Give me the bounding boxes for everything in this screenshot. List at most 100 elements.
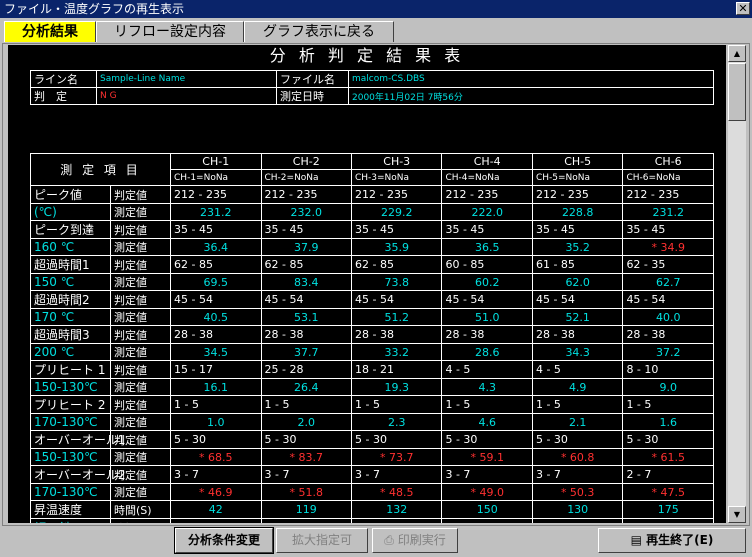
measured-label: (℃/S) [109, 518, 172, 523]
item-condition: 150-130℃ [30, 378, 111, 396]
measured-cell: * 48.5 [350, 483, 443, 501]
limit-cell: 28 - 38 [441, 325, 533, 344]
limit-cell: 5 - 30 [531, 430, 624, 449]
scroll-thumb[interactable] [728, 63, 746, 121]
measured-cell: 19.3 [350, 378, 443, 396]
measured-cell: * 68.5 [170, 448, 262, 466]
tab-bar: 分析結果 リフロー設定内容 グラフ表示に戻る [0, 21, 752, 43]
item-name: 昇温速度 [30, 500, 111, 519]
limit-cell: 3 - 7 [531, 465, 624, 484]
print-button[interactable]: ⎙ 印刷実行 [372, 528, 458, 553]
analysis-change-button[interactable]: 分析条件変更 [174, 527, 274, 554]
limit-cell: 8 - 10 [622, 360, 714, 379]
channel-header: CH-3 [350, 153, 443, 170]
measured-cell: 2.0 [260, 413, 352, 431]
measured-cell: 231.2 [622, 203, 714, 221]
measured-cell: * 47.5 [622, 483, 714, 501]
table-row: 160 ℃ 測定値 36.4 37.9 35.9 36.5 35.2 * 34.9 [30, 238, 714, 256]
limit-cell: 60 - 85 [441, 255, 533, 274]
tab-back-to-graph[interactable]: グラフ表示に戻る [244, 21, 394, 42]
item-condition: 160 ℃ [30, 238, 111, 256]
limit-cell: 5 - 30 [441, 430, 533, 449]
limit-cell: 35 - 45 [170, 220, 262, 239]
report-title: 分 析 判 定 結 果 表 [269, 46, 465, 65]
item-name: 超過時間2 [30, 290, 111, 309]
item-header: 測 定 項 目 [29, 153, 172, 186]
vertical-scrollbar[interactable]: ▲ ▼ [728, 45, 746, 523]
limit-cell: 62 - 85 [350, 255, 443, 274]
measured-cell: 52.1 [531, 308, 624, 326]
limit-cell: 3 - 7 [441, 465, 533, 484]
tab-analysis-result[interactable]: 分析結果 [4, 21, 96, 42]
close-button[interactable]: ✕ [736, 2, 750, 15]
limit-cell: 2 - 7 [622, 465, 714, 484]
measured-cell: 37.2 [622, 343, 714, 361]
limit-cell: 5 - 30 [350, 430, 443, 449]
measured-label: 測定値 [109, 343, 172, 361]
limit-cell: 130 [531, 500, 624, 519]
measured-cell: 36.5 [441, 238, 533, 256]
line-name-label: ライン名 [30, 70, 97, 88]
measured-cell: 62.0 [531, 273, 624, 291]
measured-cell: 2.1 [531, 413, 624, 431]
limit-cell: 35 - 45 [441, 220, 533, 239]
channel-header: CH-4 [441, 153, 533, 170]
measured-cell: 1.6 [441, 518, 533, 523]
exit-icon: ▤ [630, 533, 642, 547]
limit-cell: 212 - 235 [622, 185, 714, 204]
limit-cell: 212 - 235 [441, 185, 533, 204]
scroll-up-icon[interactable]: ▲ [728, 45, 746, 62]
limit-cell: 1 - 5 [622, 395, 714, 414]
measured-cell: 231.2 [170, 203, 262, 221]
limit-cell: 132 [350, 500, 443, 519]
tab-reflow-settings[interactable]: リフロー設定内容 [96, 21, 244, 42]
table-row: オーバーオール2 判定値 3 - 73 - 73 - 73 - 73 - 72 - … [30, 465, 714, 484]
limit-cell: 35 - 45 [531, 220, 624, 239]
printer-icon: ⎙ [384, 533, 394, 547]
measured-cell: * 34.9 [622, 238, 714, 256]
item-name: ピーク到達 [30, 220, 111, 239]
measured-cell: 228.8 [531, 203, 624, 221]
zoom-button[interactable]: 拡大指定可 [276, 528, 368, 553]
limit-label: 判定値 [109, 290, 172, 309]
end-playback-button[interactable]: ▤ 再生終了(E) [598, 528, 746, 553]
channel-header: CH-6 [622, 153, 714, 170]
item-name: 超過時間1 [30, 255, 111, 274]
file-name-label: ファイル名 [276, 70, 349, 88]
table-row: 超過時間3 判定値 28 - 38 28 - 38 28 - 38 28 - 38 28 -… [30, 325, 714, 344]
table-row: 150-130℃ 測定値 * 68.5 * 83.7 * 73.7 * 59.1 * 60.… [30, 448, 714, 466]
limit-cell: 3 - 7 [260, 465, 352, 484]
limit-cell: 35 - 45 [350, 220, 443, 239]
measured-cell: * 83.7 [260, 448, 352, 466]
info-table: ライン名 Sample-Line Name ファイル名 malcom-CS.DB… [30, 70, 714, 105]
measured-label: 測定値 [109, 378, 172, 396]
limit-cell: 35 - 45 [622, 220, 714, 239]
window-title-bar: ファイル・温度グラフの再生表示 ✕ [0, 0, 752, 18]
measured-cell: 0.4 [260, 518, 352, 523]
measured-cell: 51.2 [350, 308, 443, 326]
measured-label: 測定値 [109, 413, 172, 431]
limit-label: 判定値 [109, 465, 172, 484]
table-row: 170 ℃ 測定値 40.5 53.1 51.2 51.0 52.1 40.0 [30, 308, 714, 326]
measured-cell: * 50.3 [531, 483, 624, 501]
judge-label: 判 定 [30, 87, 97, 105]
item-condition: 170-130℃ [30, 483, 111, 501]
limit-label: 判定値 [109, 325, 172, 344]
limit-cell: 4 - 5 [531, 360, 624, 379]
file-name-value: malcom-CS.DBS [348, 70, 714, 88]
measured-cell: 6.8 [350, 518, 443, 523]
limit-cell: 45 - 54 [260, 290, 352, 309]
measured-cell: 9.0 [622, 378, 714, 396]
limit-cell: 45 - 54 [531, 290, 624, 309]
table-row: ピーク到達 判定値 35 - 45 35 - 45 35 - 45 35 - 45 35 -… [30, 220, 714, 239]
table-row: 170-130℃ 測定値 1.0 2.0 2.3 4.6 2.1 1.6 [30, 413, 714, 431]
item-condition: 150 ℃ [30, 273, 111, 291]
limit-label: 判定値 [109, 395, 172, 414]
measured-cell: 34.5 [170, 343, 262, 361]
measured-label: 測定値 [109, 238, 172, 256]
limit-cell: 42 [170, 500, 262, 519]
table-row: 傾 斜(℃/S)1.20.46.81.60.8-4.0 [30, 518, 714, 523]
measured-cell: 222.0 [441, 203, 533, 221]
scroll-down-icon[interactable]: ▼ [728, 506, 746, 523]
channel-subheader: CH-2=NoNa [260, 169, 352, 186]
